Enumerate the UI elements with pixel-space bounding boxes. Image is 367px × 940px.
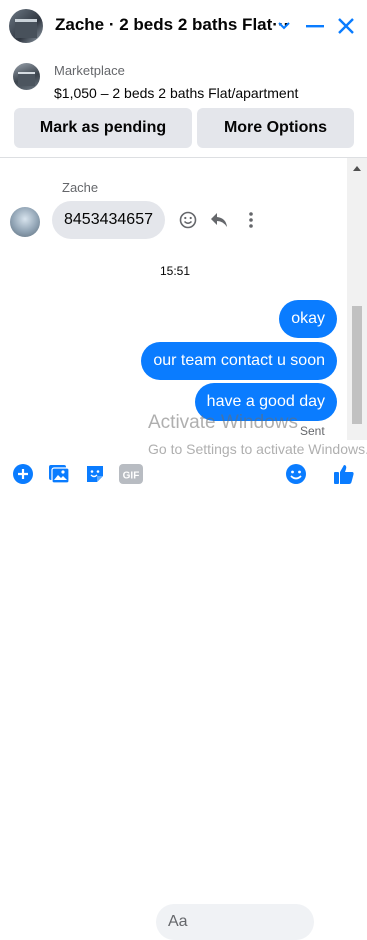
message-status: Sent bbox=[300, 424, 325, 438]
sender-name: Zache bbox=[62, 180, 99, 195]
emoji-icon[interactable] bbox=[284, 462, 308, 486]
close-icon[interactable] bbox=[335, 15, 357, 37]
svg-text:GIF: GIF bbox=[123, 471, 140, 482]
seller-avatar[interactable] bbox=[9, 9, 43, 43]
plus-circle-icon[interactable] bbox=[11, 462, 35, 486]
more-options-icon[interactable] bbox=[240, 209, 262, 231]
sticker-icon[interactable] bbox=[83, 462, 107, 486]
outgoing-message[interactable]: have a good day bbox=[194, 383, 337, 421]
outgoing-message[interactable]: our team contact u soon bbox=[141, 342, 337, 380]
divider bbox=[0, 157, 367, 158]
react-emoji-icon[interactable] bbox=[177, 209, 199, 231]
thumbs-up-icon[interactable] bbox=[332, 462, 356, 486]
message-composer: GIF bbox=[0, 449, 367, 940]
scroll-up-arrow-icon[interactable] bbox=[353, 166, 361, 171]
reply-icon[interactable] bbox=[208, 209, 230, 231]
listing-thumbnail bbox=[13, 63, 40, 90]
gif-icon[interactable]: GIF bbox=[118, 462, 144, 486]
chat-title[interactable]: Zache · 2 beds 2 baths Flat··· bbox=[55, 15, 289, 35]
chat-header: Zache · 2 beds 2 baths Flat··· bbox=[0, 0, 367, 52]
chevron-down-icon[interactable] bbox=[276, 18, 292, 34]
listing-name: $1,050 – 2 beds 2 baths Flat/apartment bbox=[54, 85, 299, 101]
sender-avatar[interactable] bbox=[10, 207, 40, 237]
image-icon[interactable] bbox=[47, 462, 71, 486]
scrollbar[interactable] bbox=[347, 158, 367, 440]
outgoing-message[interactable]: okay bbox=[279, 300, 337, 338]
message-input[interactable] bbox=[156, 904, 314, 940]
mark-as-pending-button[interactable]: Mark as pending bbox=[14, 108, 192, 148]
listing-label: Marketplace bbox=[54, 63, 125, 78]
incoming-message[interactable]: 8453434657 bbox=[52, 201, 165, 239]
scrollbar-thumb[interactable] bbox=[352, 306, 362, 424]
minimize-icon[interactable] bbox=[305, 17, 325, 37]
message-timestamp: 15:51 bbox=[159, 264, 191, 278]
listing-summary[interactable]: Marketplace $1,050 – 2 beds 2 baths Flat… bbox=[0, 55, 367, 103]
more-options-button[interactable]: More Options bbox=[197, 108, 354, 148]
